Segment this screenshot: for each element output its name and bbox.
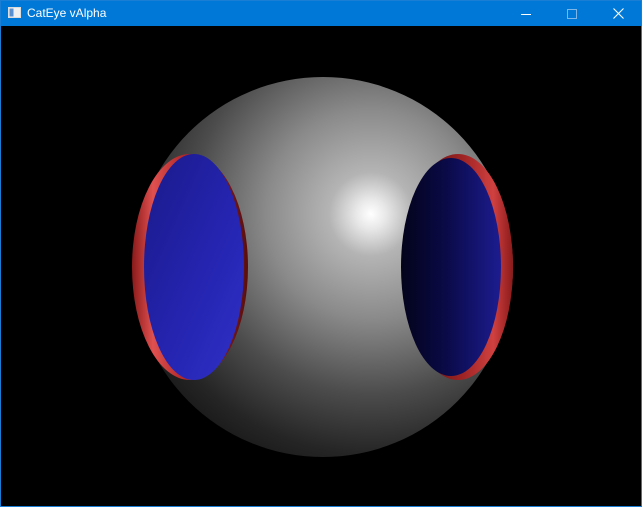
window-title: CatEye vAlpha bbox=[27, 6, 107, 20]
right-eye-socket bbox=[401, 158, 501, 376]
left-eye-socket bbox=[144, 154, 244, 380]
close-button[interactable] bbox=[595, 1, 641, 26]
maximize-button[interactable] bbox=[549, 1, 595, 26]
title-bar[interactable]: CatEye vAlpha bbox=[1, 1, 641, 26]
maximize-icon bbox=[567, 8, 577, 19]
close-icon bbox=[612, 8, 624, 19]
app-window: CatEye vAlpha bbox=[0, 0, 642, 507]
app-icon bbox=[8, 7, 21, 18]
minimize-icon bbox=[521, 13, 531, 15]
3d-scene bbox=[132, 77, 513, 457]
minimize-button[interactable] bbox=[503, 1, 549, 26]
render-viewport[interactable] bbox=[1, 26, 641, 506]
